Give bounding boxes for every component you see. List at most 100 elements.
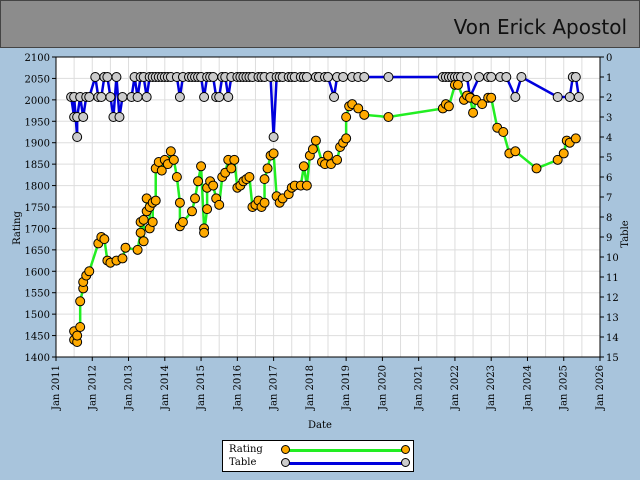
y-tick-label: 1700 — [25, 224, 50, 235]
x-tick-label: Jan 2021 — [414, 365, 425, 411]
data-point — [229, 154, 240, 165]
data-point — [558, 148, 569, 159]
data-point — [452, 79, 463, 90]
y-tick-label: 2050 — [25, 74, 50, 85]
data-point — [244, 172, 255, 182]
data-point — [383, 72, 394, 82]
data-point — [268, 132, 279, 142]
data-point — [531, 163, 542, 174]
y2-tick-label: 2 — [606, 93, 612, 104]
y2-tick-label: 5 — [606, 153, 612, 164]
x-tick-label: Jan 2022 — [450, 365, 461, 411]
data-point — [516, 72, 527, 82]
y-tick-label: 1400 — [25, 353, 50, 364]
y-tick-label: 1850 — [25, 160, 50, 171]
data-point — [174, 197, 185, 208]
y2-tick-label: 0 — [606, 53, 612, 64]
data-point — [259, 197, 270, 208]
y-tick-label: 1800 — [25, 182, 50, 193]
x-tick-label: Jan 2020 — [377, 365, 388, 411]
data-point — [171, 172, 182, 182]
y2-tick-label: 8 — [606, 213, 612, 224]
data-point — [359, 109, 370, 120]
data-point — [323, 72, 333, 82]
y-tick-label: 1750 — [25, 203, 50, 214]
data-point — [199, 227, 210, 238]
y-tick-label: 1550 — [25, 289, 50, 300]
rating-history-chart: 1400145015001550160016501700175018001850… — [12, 53, 631, 431]
data-point — [501, 72, 512, 82]
legend-marker-rating — [401, 445, 410, 454]
y-tick-label: 1900 — [25, 139, 50, 150]
data-point — [443, 101, 454, 112]
data-point — [323, 150, 333, 161]
x-axis-ticks: Jan 2011 Jan 2012 Jan 2013 Jan 2014 Jan 2015… — [51, 357, 606, 411]
data-point — [117, 253, 128, 264]
data-point — [84, 266, 95, 277]
x-tick-label: Jan 2012 — [87, 365, 98, 411]
data-point — [226, 163, 237, 174]
data-point — [498, 127, 509, 137]
data-point — [78, 112, 89, 122]
y2-tick-label: 12 — [606, 293, 619, 304]
x-tick-label: Jan 2023 — [486, 365, 497, 411]
data-point — [486, 72, 497, 82]
data-point — [120, 242, 131, 253]
data-point — [84, 92, 95, 102]
y2-tick-label: 4 — [606, 133, 612, 144]
y2-tick-label: 6 — [606, 173, 612, 184]
data-point — [510, 92, 521, 102]
legend-item-rating: Rating — [229, 444, 410, 456]
legend-marker-table — [401, 458, 410, 467]
data-point — [90, 72, 101, 82]
data-point — [190, 193, 201, 204]
data-point — [341, 112, 352, 122]
x-tick-label: Jan 2017 — [269, 365, 280, 411]
data-point — [72, 132, 83, 142]
data-point — [138, 214, 149, 225]
data-point — [510, 146, 521, 157]
y2-axis-label: Table — [620, 220, 631, 247]
right-axis-ticks: 0123456789101112131415 — [600, 53, 619, 364]
data-point — [105, 92, 116, 102]
data-point — [573, 92, 584, 102]
data-point — [75, 296, 86, 307]
data-point — [135, 227, 146, 238]
legend-marker-rating — [281, 445, 290, 454]
left-axis-ticks: 1400 1450 1500 1550 1600 1650 1700 1750 1800 1850… — [25, 53, 56, 364]
data-point — [310, 135, 321, 146]
y2-tick-label: 1 — [606, 73, 612, 84]
data-point — [262, 163, 273, 174]
data-point — [383, 112, 394, 122]
data-point — [141, 92, 152, 102]
y-tick-label: 2000 — [25, 96, 50, 107]
data-point — [341, 133, 352, 144]
data-point — [298, 161, 309, 172]
data-point — [193, 176, 204, 187]
legend-item-table: Table — [229, 457, 410, 469]
data-point — [359, 72, 370, 82]
data-point — [570, 72, 581, 82]
y-tick-label: 2100 — [25, 53, 50, 64]
x-tick-label: Jan 2011 — [51, 365, 62, 411]
data-point — [468, 107, 479, 118]
data-point — [99, 234, 110, 245]
data-point — [208, 180, 219, 191]
x-tick-label: Jan 2016 — [232, 365, 243, 411]
y2-tick-label: 13 — [606, 313, 619, 324]
data-point — [214, 92, 225, 102]
data-point — [223, 92, 234, 102]
legend-line-table — [285, 462, 405, 465]
data-point — [214, 199, 225, 210]
legend-line-rating — [285, 449, 405, 452]
y-tick-label: 1950 — [25, 117, 50, 128]
x-tick-label: Jan 2019 — [341, 365, 352, 411]
x-tick-label: Jan 2015 — [196, 365, 207, 411]
y-tick-label: 1450 — [25, 332, 50, 343]
data-point — [111, 72, 122, 82]
y-tick-label: 1600 — [25, 267, 50, 278]
data-point — [329, 92, 340, 102]
y2-tick-label: 7 — [606, 193, 612, 204]
data-point — [552, 92, 563, 102]
y2-tick-label: 10 — [606, 253, 619, 264]
